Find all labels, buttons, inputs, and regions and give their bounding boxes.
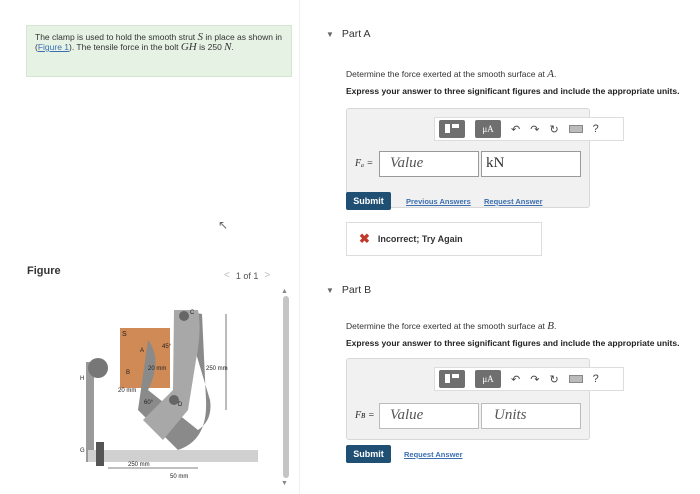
incorrect-icon: ✖ xyxy=(359,231,370,246)
label-a: A xyxy=(140,348,144,354)
fb-unit-input[interactable]: Units xyxy=(481,403,581,429)
undo-icon[interactable]: ↶ xyxy=(511,123,520,136)
units-button[interactable]: μA xyxy=(475,370,501,388)
question-var: B xyxy=(547,320,555,332)
bolt-head xyxy=(88,358,108,378)
part-a-title: Part A xyxy=(341,28,371,40)
part-b-question: Determine the force exerted at the smoot… xyxy=(346,320,556,332)
mouse-cursor-icon: ↖ xyxy=(218,218,229,232)
undo-icon[interactable]: ↶ xyxy=(511,373,520,386)
label-g: G xyxy=(80,448,85,454)
figure-label: Figure xyxy=(27,265,61,277)
var-gh: GH xyxy=(180,41,197,53)
part-b-answer-box: μA ↶ ↷ ↻ ? Fʙ = Value Units xyxy=(346,358,624,440)
label-b: B xyxy=(126,370,130,376)
reset-icon[interactable]: ↻ xyxy=(549,373,558,386)
question-panel: ▼ Part A Determine the force exerted at … xyxy=(300,0,700,494)
problem-text: . xyxy=(231,42,234,52)
label-c: C xyxy=(190,310,195,316)
figure-pager: < 1 of 1 > xyxy=(224,270,270,281)
label-angle-60: 60° xyxy=(144,400,154,406)
label-s: S xyxy=(122,331,127,338)
math-toolbar: μA ↶ ↷ ↻ ? xyxy=(434,367,624,391)
problem-text: is 250 xyxy=(196,42,225,52)
template-button[interactable] xyxy=(439,370,465,388)
fa-label: Fₐ = xyxy=(355,158,374,169)
problem-statement: The clamp is used to hold the smooth str… xyxy=(26,25,292,77)
units-button[interactable]: μA xyxy=(475,120,501,138)
help-icon[interactable]: ? xyxy=(593,373,599,385)
math-toolbar: μA ↶ ↷ ↻ ? xyxy=(434,117,624,141)
part-b-header[interactable]: ▼ Part B xyxy=(326,284,371,296)
pin-c xyxy=(179,311,189,321)
pager-text: 1 of 1 xyxy=(235,270,259,281)
part-b-title: Part B xyxy=(341,284,372,296)
question-text: . xyxy=(554,321,557,331)
bolt-gh xyxy=(96,442,104,466)
previous-answers-link[interactable]: Previous Answers xyxy=(406,197,471,206)
part-a-submit-button[interactable]: Submit xyxy=(346,192,391,210)
clamp-diagram: S B A 45° 20 mm C 250 mm 20 mm 60° D H G… xyxy=(80,310,258,480)
part-a-instruction: Express your answer to three significant… xyxy=(346,86,680,96)
redo-icon[interactable]: ↷ xyxy=(530,373,539,386)
label-d: D xyxy=(178,402,183,408)
fb-value-input[interactable]: Value xyxy=(379,403,479,429)
scroll-up-icon[interactable]: ▲ xyxy=(281,288,288,295)
feedback-text: Incorrect; Try Again xyxy=(377,234,463,244)
label-250mm-bottom: 250 mm xyxy=(128,462,150,468)
problem-text: The clamp is used to hold the smooth str… xyxy=(35,32,198,42)
question-text: Determine the force exerted at the smoot… xyxy=(346,321,548,331)
question-var: A xyxy=(547,68,555,80)
next-figure-icon[interactable]: > xyxy=(264,270,270,281)
collapse-icon[interactable]: ▼ xyxy=(326,286,334,295)
label-h: H xyxy=(80,376,84,382)
keyboard-icon[interactable] xyxy=(568,375,583,383)
clamp-frame-left xyxy=(86,362,94,462)
part-a-header[interactable]: ▼ Part A xyxy=(326,28,371,40)
part-a-question: Determine the force exerted at the smoot… xyxy=(346,68,556,80)
label-20mm: 20 mm xyxy=(148,366,166,372)
question-text: Determine the force exerted at the smoot… xyxy=(346,69,548,79)
unit-n: N xyxy=(224,41,232,53)
prev-figure-icon[interactable]: < xyxy=(224,270,230,281)
fb-label: Fʙ = xyxy=(355,410,375,421)
reset-icon[interactable]: ↻ xyxy=(549,123,558,136)
keyboard-icon[interactable] xyxy=(568,125,583,133)
incorrect-feedback: ✖ Incorrect; Try Again xyxy=(346,222,542,256)
scroll-down-icon[interactable]: ▼ xyxy=(281,480,288,487)
label-250mm: 250 mm xyxy=(206,366,228,372)
fa-value-input[interactable]: Value xyxy=(379,151,479,177)
label-angle-45: 45° xyxy=(162,344,172,350)
help-icon[interactable]: ? xyxy=(593,123,599,135)
part-b-instruction: Express your answer to three significant… xyxy=(346,338,680,348)
figure-scrollbar[interactable] xyxy=(283,296,289,478)
clamp-base xyxy=(88,450,258,462)
figure-link[interactable]: Figure 1 xyxy=(38,42,69,52)
figure-panel: The clamp is used to hold the smooth str… xyxy=(0,0,300,494)
problem-text: ). The tensile force in the bolt xyxy=(69,42,181,52)
redo-icon[interactable]: ↷ xyxy=(530,123,539,136)
label-20mm: 20 mm xyxy=(118,388,136,394)
part-a-request-answer-link[interactable]: Request Answer xyxy=(484,197,543,206)
label-50mm: 50 mm xyxy=(170,474,188,480)
template-button[interactable] xyxy=(439,120,465,138)
part-b-submit-button[interactable]: Submit xyxy=(346,445,391,463)
part-b-request-answer-link[interactable]: Request Answer xyxy=(404,450,463,459)
collapse-icon[interactable]: ▼ xyxy=(326,30,334,39)
fa-unit-input[interactable]: kN xyxy=(481,151,581,177)
question-text: . xyxy=(554,69,557,79)
